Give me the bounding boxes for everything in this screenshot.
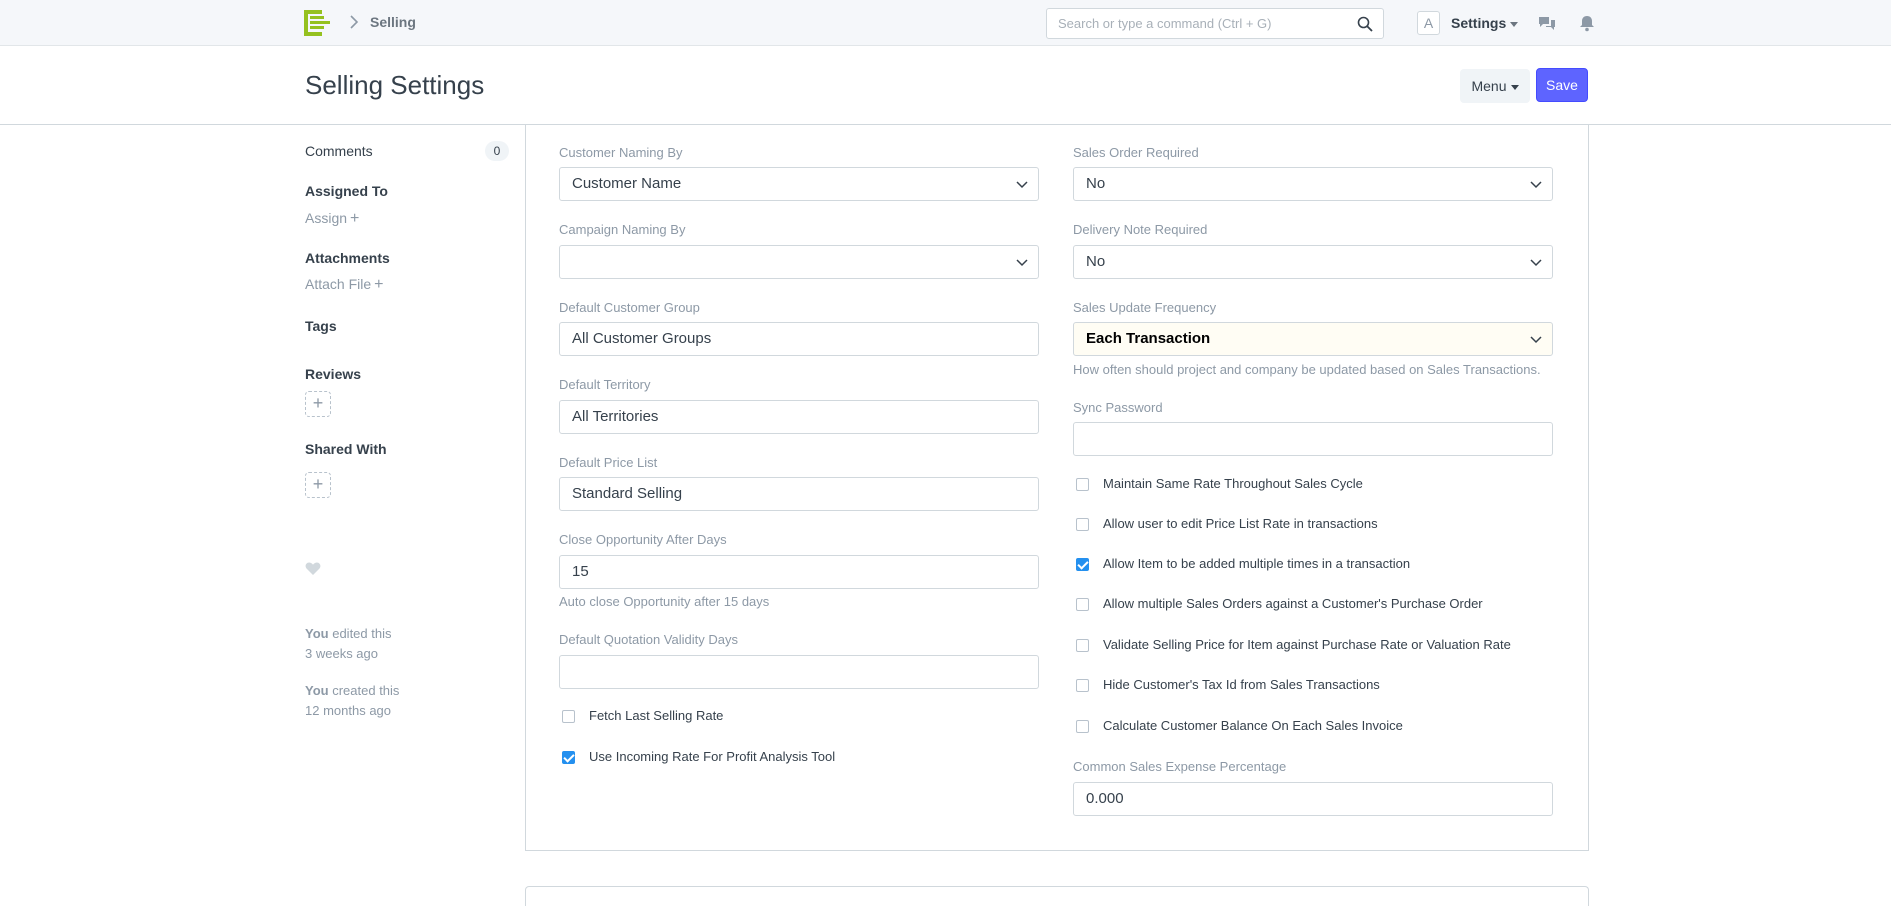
plus-icon: +: [312, 393, 324, 413]
checkbox[interactable]: [1076, 598, 1089, 611]
checkbox[interactable]: [1076, 518, 1089, 531]
sync-password-label: Sync Password: [1073, 400, 1163, 415]
menu-button[interactable]: Menu: [1460, 69, 1530, 103]
checkbox-label: Maintain Same Rate Throughout Sales Cycl…: [1103, 476, 1363, 491]
close-opportunity-input[interactable]: 15: [559, 555, 1039, 589]
quotation-validity-label: Default Quotation Validity Days: [559, 632, 738, 647]
checkbox-label: Calculate Customer Balance On Each Sales…: [1103, 718, 1403, 733]
close-opportunity-label: Close Opportunity After Days: [559, 532, 727, 547]
customer-naming-by-value: Customer Name: [572, 175, 682, 192]
checkbox[interactable]: [1076, 639, 1089, 652]
checkbox-label: Validate Selling Price for Item against …: [1103, 637, 1511, 652]
search-bar: [1046, 8, 1384, 39]
tags-heading[interactable]: Tags: [305, 318, 337, 334]
comments-count-badge: 0: [485, 141, 509, 161]
common-sales-expense-label: Common Sales Expense Percentage: [1073, 759, 1287, 774]
checkbox[interactable]: [1076, 558, 1089, 571]
page-header: Selling Settings Menu Save: [0, 47, 1891, 125]
attach-file-label: Attach File: [305, 276, 372, 292]
chevron-down-icon: [1530, 259, 1542, 267]
chevron-down-icon: [1530, 181, 1542, 189]
activity-action: edited this: [332, 626, 392, 641]
notification-bell-icon[interactable]: [1578, 14, 1596, 32]
activity-edited: You edited this 3 weeks ago: [305, 624, 391, 664]
sales-update-frequency-label: Sales Update Frequency: [1073, 300, 1217, 315]
plus-icon: +: [350, 210, 360, 227]
close-opportunity-help: Auto close Opportunity after 15 days: [559, 594, 770, 609]
assign-label: Assign: [305, 210, 348, 226]
navbar: Selling A Settings: [0, 0, 1891, 46]
default-territory-input[interactable]: All Territories: [559, 400, 1039, 434]
chat-icon[interactable]: [1538, 14, 1556, 32]
sales-order-required-label: Sales Order Required: [1073, 145, 1199, 160]
checkbox[interactable]: [1076, 679, 1089, 692]
settings-label: Settings: [1451, 15, 1507, 31]
activity-user: You: [305, 683, 329, 698]
next-form-section: [525, 886, 1589, 906]
sync-password-input[interactable]: [1073, 422, 1553, 456]
sales-update-frequency-help: How often should project and company be …: [1073, 362, 1541, 377]
checkbox-label: Allow user to edit Price List Rate in tr…: [1103, 516, 1378, 531]
user-avatar[interactable]: A: [1417, 11, 1440, 35]
chevron-down-icon: [1530, 336, 1542, 344]
plus-icon: +: [312, 474, 324, 494]
search-icon[interactable]: [1357, 16, 1373, 32]
activity-time: 3 weeks ago: [305, 646, 378, 661]
menu-label: Menu: [1471, 78, 1507, 94]
default-territory-label: Default Territory: [559, 377, 651, 392]
attachments-heading: Attachments: [305, 250, 390, 266]
app-logo-icon[interactable]: [304, 10, 332, 36]
default-customer-group-input[interactable]: All Customer Groups: [559, 322, 1039, 356]
campaign-naming-by-label: Campaign Naming By: [559, 222, 686, 237]
search-input[interactable]: [1047, 9, 1347, 38]
save-button[interactable]: Save: [1536, 68, 1588, 102]
chevron-down-icon: [1016, 259, 1028, 267]
checkbox[interactable]: [562, 710, 575, 723]
default-price-list-input[interactable]: Standard Selling: [559, 477, 1039, 511]
assign-link[interactable]: Assign +: [305, 210, 359, 228]
shared-with-heading: Shared With: [305, 441, 387, 457]
default-customer-group-label: Default Customer Group: [559, 300, 700, 315]
quotation-validity-input[interactable]: [559, 655, 1039, 689]
settings-dropdown[interactable]: Settings: [1451, 15, 1519, 31]
activity-created: You created this 12 months ago: [305, 681, 399, 721]
customer-naming-by-select[interactable]: Customer Name: [559, 167, 1039, 201]
activity-user: You: [305, 626, 329, 641]
sales-update-frequency-select[interactable]: Each Transaction: [1073, 322, 1553, 356]
caret-down-icon: [1510, 21, 1519, 27]
campaign-naming-by-select[interactable]: [559, 245, 1039, 279]
checkbox-label: Use Incoming Rate For Profit Analysis To…: [589, 749, 836, 764]
add-review-button[interactable]: +: [305, 391, 331, 417]
breadcrumb-selling[interactable]: Selling: [370, 14, 416, 30]
default-price-list-label: Default Price List: [559, 455, 658, 470]
comments-link[interactable]: Comments: [305, 143, 373, 159]
chevron-down-icon: [1016, 181, 1028, 189]
assigned-to-heading: Assigned To: [305, 183, 388, 199]
delivery-note-required-select[interactable]: No: [1073, 245, 1553, 279]
attach-file-link[interactable]: Attach File +: [305, 276, 383, 294]
sales-update-frequency-value: Each Transaction: [1086, 330, 1211, 347]
heart-icon[interactable]: [305, 562, 321, 576]
customer-naming-by-label: Customer Naming By: [559, 145, 683, 160]
breadcrumb-chevron-icon: [350, 15, 359, 29]
sales-order-required-value: No: [1086, 175, 1106, 192]
checkbox[interactable]: [562, 751, 575, 764]
activity-time: 12 months ago: [305, 703, 392, 718]
reviews-heading: Reviews: [305, 366, 362, 382]
delivery-note-required-value: No: [1086, 253, 1106, 270]
checkbox[interactable]: [1076, 478, 1089, 491]
activity-action: created this: [332, 683, 400, 698]
add-share-button[interactable]: +: [305, 472, 331, 498]
caret-down-icon: [1510, 84, 1519, 90]
page-title: Selling Settings: [305, 70, 485, 100]
sales-order-required-select[interactable]: No: [1073, 167, 1553, 201]
checkbox[interactable]: [1076, 720, 1089, 733]
checkbox-label: Allow multiple Sales Orders against a Cu…: [1103, 596, 1483, 611]
plus-icon: +: [374, 276, 384, 293]
checkbox-label: Allow Item to be added multiple times in…: [1103, 556, 1411, 571]
checkbox-label: Hide Customer's Tax Id from Sales Transa…: [1103, 677, 1380, 692]
common-sales-expense-input[interactable]: 0.000: [1073, 782, 1553, 816]
delivery-note-required-label: Delivery Note Required: [1073, 222, 1208, 237]
checkbox-label: Fetch Last Selling Rate: [589, 708, 724, 723]
